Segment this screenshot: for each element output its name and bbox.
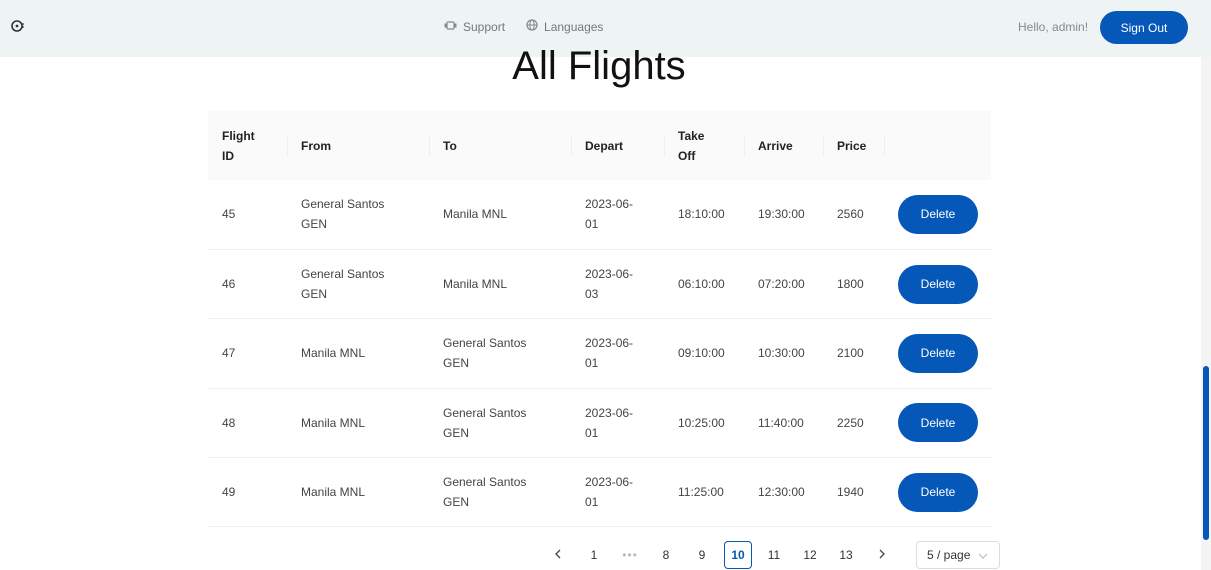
- table-row: 49 Manila MNL General Santos GEN 2023-06-…: [208, 458, 991, 527]
- cell-to: General Santos GEN: [443, 405, 527, 440]
- chevron-left-icon: [554, 548, 562, 562]
- col-header-flight-id: Flight ID: [222, 128, 255, 163]
- col-header-depart: Depart: [571, 111, 664, 180]
- page-size-select[interactable]: 5 / page: [916, 541, 1000, 569]
- page-title: All Flights: [512, 44, 686, 88]
- cell-flight-id: 47: [222, 346, 236, 361]
- cell-flight-id: 45: [222, 207, 236, 222]
- cell-arrive: 19:30:00: [758, 207, 805, 222]
- col-header-arrive: Arrive: [744, 111, 823, 180]
- cell-arrive: 10:30:00: [758, 346, 805, 361]
- cell-takeoff: 18:10:00: [678, 207, 725, 222]
- support-link[interactable]: Support: [444, 20, 505, 34]
- cell-to: Manila MNL: [443, 277, 508, 292]
- cell-actions: Delete: [884, 249, 991, 318]
- page-item-10-current[interactable]: 10: [724, 541, 752, 569]
- prev-page-button[interactable]: [544, 541, 572, 569]
- cell-flight-id: 49: [222, 485, 236, 500]
- cell-flight-id: 46: [222, 277, 236, 292]
- cell-takeoff: 06:10:00: [678, 277, 725, 292]
- nav-links: Support Languages: [444, 19, 603, 34]
- table-row: 48 Manila MNL General Santos GEN 2023-06-…: [208, 388, 991, 458]
- support-icon: [444, 20, 457, 34]
- chevron-down-icon: [978, 548, 988, 562]
- cell-from: General Santos GEN: [301, 267, 385, 302]
- page-item-1[interactable]: 1: [580, 541, 608, 569]
- delete-button[interactable]: Delete: [898, 472, 978, 512]
- cell-takeoff: 10:25:00: [678, 415, 725, 430]
- cell-depart: 2023-06- 01: [585, 197, 634, 232]
- languages-label: Languages: [544, 19, 604, 34]
- cell-price: 2100: [837, 346, 864, 361]
- pagination: 1 ••• 8 9 10 11 12 13 5 / page: [544, 541, 1000, 569]
- col-header-actions: [884, 111, 991, 180]
- cell-to: Manila MNL: [443, 207, 508, 222]
- page-item-12[interactable]: 12: [796, 541, 824, 569]
- page-item-8[interactable]: 8: [652, 541, 680, 569]
- cell-to: General Santos GEN: [443, 475, 527, 510]
- next-page-button[interactable]: [868, 541, 896, 569]
- col-header-from: From: [287, 111, 429, 180]
- cell-flight-id: 48: [222, 415, 236, 430]
- cell-depart: 2023-06- 03: [585, 267, 634, 302]
- cell-takeoff: 11:25:00: [678, 485, 724, 500]
- cell-from: Manila MNL: [301, 485, 366, 500]
- table-header-row: Flight ID From To Depart Take Off Arrive P…: [208, 111, 991, 180]
- cell-depart: 2023-06- 01: [585, 405, 634, 440]
- cell-to: General Santos GEN: [443, 336, 527, 371]
- cell-depart: 2023-06- 01: [585, 336, 634, 371]
- cell-price: 1800: [837, 277, 864, 292]
- scrollbar-thumb[interactable]: [1203, 366, 1209, 540]
- support-label: Support: [463, 19, 506, 34]
- delete-button[interactable]: Delete: [898, 333, 978, 373]
- delete-button[interactable]: Delete: [898, 264, 978, 304]
- cell-depart: 2023-06- 01: [585, 475, 634, 510]
- page-item-13[interactable]: 13: [832, 541, 860, 569]
- sign-out-button[interactable]: Sign Out: [1100, 11, 1188, 44]
- cell-price: 1940: [837, 485, 864, 500]
- cell-arrive: 07:20:00: [758, 277, 805, 292]
- globe-icon: [526, 19, 538, 34]
- cell-from: General Santos GEN: [301, 197, 385, 232]
- flights-table: Flight ID From To Depart Take Off Arrive P…: [208, 111, 991, 527]
- cell-actions: Delete: [884, 388, 991, 457]
- chevron-right-icon: [878, 548, 886, 562]
- cell-actions: Delete: [884, 319, 991, 388]
- cell-arrive: 12:30:00: [758, 485, 805, 500]
- cell-price: 2560: [837, 207, 864, 222]
- table-row: 45 General Santos GEN Manila MNL 2023-06-…: [208, 180, 991, 250]
- page-item-9[interactable]: 9: [688, 541, 716, 569]
- col-header-takeoff: Take Off: [664, 111, 744, 180]
- page-size-value: 5 / page: [927, 548, 971, 562]
- logo-icon[interactable]: [10, 18, 26, 34]
- cell-arrive: 11:40:00: [758, 415, 804, 430]
- delete-button[interactable]: Delete: [898, 403, 978, 443]
- cell-takeoff: 09:10:00: [678, 346, 725, 361]
- user-greeting: Hello, admin!: [1018, 20, 1089, 34]
- table-row: 47 Manila MNL General Santos GEN 2023-06-…: [208, 319, 991, 389]
- delete-button[interactable]: Delete: [898, 194, 978, 234]
- cell-actions: Delete: [884, 458, 991, 527]
- table-row: 46 General Santos GEN Manila MNL 2023-06-…: [208, 249, 991, 319]
- cell-from: Manila MNL: [301, 415, 366, 430]
- col-header-to: To: [429, 111, 571, 180]
- cell-actions: Delete: [884, 180, 991, 249]
- page-ellipsis[interactable]: •••: [616, 541, 644, 569]
- languages-link[interactable]: Languages: [526, 19, 603, 34]
- col-header-price: Price: [823, 111, 884, 180]
- cell-from: Manila MNL: [301, 346, 366, 361]
- page-item-11[interactable]: 11: [760, 541, 788, 569]
- cell-price: 2250: [837, 415, 864, 430]
